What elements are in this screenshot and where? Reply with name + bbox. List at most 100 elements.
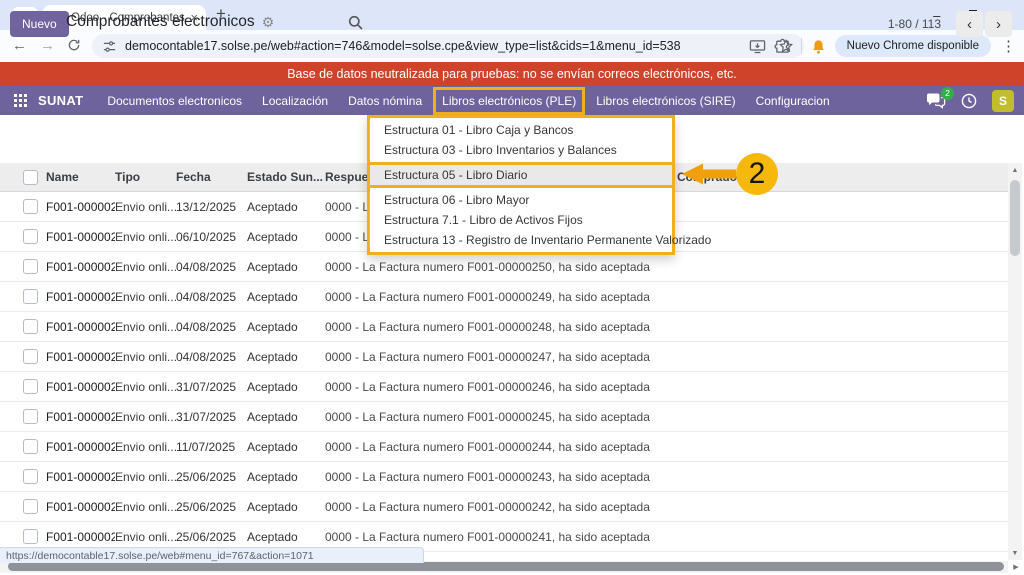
dropdown-highlight-box-0: Estructura 01 - Libro Caja y Bancos Estru… bbox=[367, 115, 675, 165]
app-brand[interactable]: SUNAT bbox=[38, 93, 83, 108]
cell-estado: Aceptado bbox=[247, 409, 298, 424]
cell-estado: Aceptado bbox=[247, 259, 298, 274]
cell-fecha: 31/07/2025 bbox=[176, 409, 237, 424]
cell-name: F001-00000250 bbox=[46, 259, 115, 274]
row-checkbox[interactable] bbox=[23, 529, 38, 544]
row-checkbox-cell bbox=[0, 409, 46, 424]
column-header-5[interactable]: Comprador bbox=[677, 170, 1008, 184]
pager-next-button[interactable]: › bbox=[985, 11, 1012, 37]
table-row[interactable]: F001-00000246Envio onli...31/07/2025 Acep… bbox=[0, 372, 1008, 402]
nav-item-0[interactable]: Documentos electronicos bbox=[97, 89, 252, 113]
cell-estado: Aceptado bbox=[247, 199, 298, 214]
dropdown-item[interactable]: Estructura 7.1 - Libro de Activos Fijos bbox=[370, 210, 672, 230]
site-settings-icon[interactable] bbox=[102, 39, 117, 54]
cell-fecha: 06/10/2025 bbox=[176, 229, 237, 244]
column-header-1[interactable]: Tipo bbox=[115, 170, 176, 184]
search-icon[interactable] bbox=[348, 15, 363, 30]
forward-button[interactable]: → bbox=[40, 37, 55, 54]
cell-name: F001-00000241 bbox=[46, 529, 115, 544]
back-button[interactable]: ← bbox=[12, 37, 27, 54]
cell-fecha: 13/12/2025 bbox=[176, 199, 237, 214]
scroll-up-icon[interactable]: ▲ bbox=[1008, 163, 1022, 177]
cell-name: F001-00000251 bbox=[46, 229, 115, 244]
row-checkbox-cell bbox=[0, 289, 46, 304]
dropdown-item[interactable]: Estructura 01 - Libro Caja y Bancos bbox=[370, 120, 672, 140]
row-checkbox[interactable] bbox=[23, 319, 38, 334]
horizontal-scrollbar-thumb[interactable] bbox=[8, 562, 1004, 571]
row-checkbox[interactable] bbox=[23, 439, 38, 454]
messages-icon[interactable]: 2 bbox=[926, 86, 954, 109]
cell-estado: Aceptado bbox=[247, 469, 298, 484]
cell-tipo: Envio onli... bbox=[115, 499, 176, 514]
cell-name: F001-00000242 bbox=[46, 499, 115, 514]
row-checkbox[interactable] bbox=[23, 499, 38, 514]
row-checkbox[interactable] bbox=[23, 469, 38, 484]
address-bar[interactable]: democontable17.solse.pe/web#action=746&m… bbox=[92, 34, 804, 58]
cell-tipo: Envio onli... bbox=[115, 199, 176, 214]
chrome-update-chip[interactable]: Nuevo Chrome disponible bbox=[834, 35, 991, 57]
table-row[interactable]: F001-00000244Envio onli...11/07/2025 Acep… bbox=[0, 432, 1008, 462]
cell-respuesta: 0000 - La Factura numero F001-00000245, … bbox=[325, 409, 650, 424]
row-checkbox[interactable] bbox=[23, 409, 38, 424]
cell-tipo: Envio onli... bbox=[115, 379, 176, 394]
cell-respuesta: 0000 - La Factura numero F001-00000248, … bbox=[325, 319, 650, 334]
cell-name: F001-00000245 bbox=[46, 409, 115, 424]
breadcrumb: Comprobantes electronicos ⚙ bbox=[66, 13, 274, 31]
row-checkbox-cell bbox=[0, 229, 46, 244]
column-header-0[interactable]: Name bbox=[46, 170, 115, 184]
row-checkbox-cell bbox=[0, 529, 46, 544]
reload-button[interactable] bbox=[67, 38, 81, 52]
column-header-3[interactable]: Estado Sun... bbox=[247, 170, 325, 184]
cell-respuesta: 0000 - La Factura numero F001-00000246, … bbox=[325, 379, 650, 394]
select-all-checkbox[interactable] bbox=[23, 169, 38, 185]
new-record-button[interactable]: Nuevo bbox=[10, 11, 69, 37]
dropdown-item[interactable]: Estructura 03 - Libro Inventarios y Bala… bbox=[370, 140, 672, 160]
test-database-banner: Base de datos neutralizada para pruebas:… bbox=[0, 62, 1024, 86]
table-row[interactable]: F001-00000248Envio onli...04/08/2025 Acep… bbox=[0, 312, 1008, 342]
table-row[interactable]: F001-00000249Envio onli...04/08/2025 Acep… bbox=[0, 282, 1008, 312]
activities-clock-icon[interactable] bbox=[961, 93, 977, 109]
nav-item-5[interactable]: Configuracion bbox=[746, 89, 840, 113]
cell-respuesta: 0000 - La Factura numero F001-00000241, … bbox=[325, 529, 650, 544]
pager-prev-button[interactable]: ‹ bbox=[956, 11, 983, 37]
row-checkbox[interactable] bbox=[23, 379, 38, 394]
table-row[interactable]: F001-00000247Envio onli...04/08/2025 Acep… bbox=[0, 342, 1008, 372]
cell-fecha: 11/07/2025 bbox=[176, 439, 236, 454]
column-header-2[interactable]: Fecha bbox=[176, 170, 247, 184]
row-checkbox[interactable] bbox=[23, 259, 38, 274]
cell-name: F001-00000252 bbox=[46, 199, 115, 214]
dropdown-item[interactable]: Estructura 13 - Registro de Inventario P… bbox=[370, 230, 711, 250]
dropdown-item[interactable]: Estructura 05 - Libro Diario bbox=[370, 165, 672, 185]
row-checkbox[interactable] bbox=[23, 199, 38, 214]
scroll-down-icon[interactable]: ▼ bbox=[1008, 546, 1022, 560]
cell-fecha: 25/06/2025 bbox=[176, 469, 237, 484]
cell-estado: Aceptado bbox=[247, 529, 298, 544]
nav-item-1[interactable]: Localización bbox=[252, 89, 338, 113]
dropdown-item[interactable]: Estructura 06 - Libro Mayor bbox=[370, 190, 672, 210]
gear-icon[interactable]: ⚙ bbox=[262, 14, 275, 31]
nav-item-3[interactable]: Libros electrónicos (PLE) bbox=[433, 86, 586, 115]
row-checkbox[interactable] bbox=[23, 229, 38, 244]
scroll-right-icon[interactable]: ▶ bbox=[1008, 561, 1024, 573]
row-checkbox[interactable] bbox=[23, 289, 38, 304]
table-row[interactable]: F001-00000245Envio onli...31/07/2025 Acep… bbox=[0, 402, 1008, 432]
browser-menu-kebab-icon[interactable]: ⋮ bbox=[1001, 37, 1016, 55]
extension-bell-icon[interactable] bbox=[812, 39, 825, 54]
row-checkbox-cell bbox=[0, 499, 46, 514]
user-avatar[interactable]: S bbox=[992, 89, 1014, 112]
row-checkbox[interactable] bbox=[23, 349, 38, 364]
table-row[interactable]: F001-00000242Envio onli...25/06/2025 Acep… bbox=[0, 492, 1008, 522]
nav-item-4[interactable]: Libros electrónicos (SIRE) bbox=[586, 89, 745, 113]
table-row[interactable]: F001-00000250Envio onli...04/08/2025 Acep… bbox=[0, 252, 1008, 282]
toolbar-separator bbox=[800, 38, 802, 54]
nav-item-2[interactable]: Datos nómina bbox=[338, 89, 432, 113]
send-to-device-icon[interactable] bbox=[749, 39, 766, 54]
vertical-scrollbar-thumb[interactable] bbox=[1010, 180, 1020, 256]
cell-name: F001-00000247 bbox=[46, 349, 115, 364]
table-row[interactable]: F001-00000243Envio onli...25/06/2025 Acep… bbox=[0, 462, 1008, 492]
status-url-tooltip: https://democontable17.solse.pe/web#menu… bbox=[0, 547, 424, 563]
row-checkbox-cell bbox=[0, 199, 46, 214]
cell-tipo: Envio onli... bbox=[115, 529, 176, 544]
apps-grid-icon[interactable] bbox=[14, 94, 27, 107]
extensions-puzzle-icon[interactable] bbox=[774, 38, 791, 55]
